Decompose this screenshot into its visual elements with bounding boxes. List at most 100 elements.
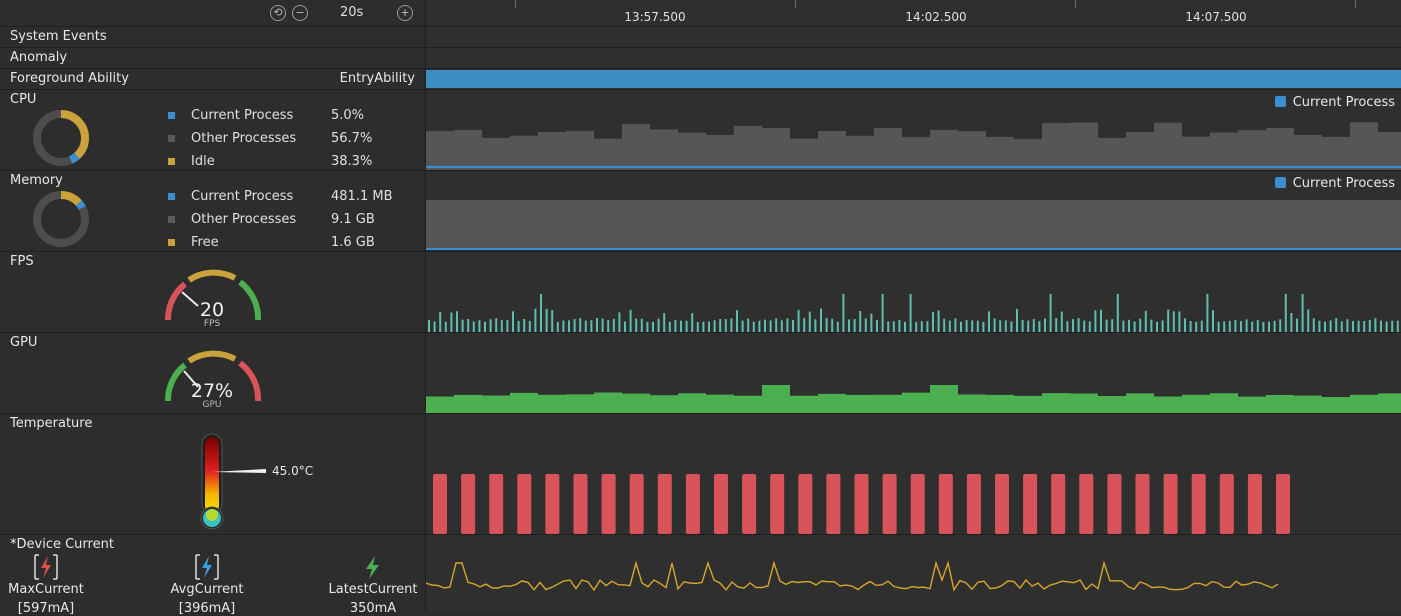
- temperature-bar: [1023, 474, 1038, 534]
- fps-bar: [1021, 319, 1024, 332]
- fps-bar: [859, 311, 862, 332]
- timeline-tick: [1355, 0, 1356, 8]
- reset-icon[interactable]: ⟲: [270, 5, 286, 21]
- fps-bar: [640, 318, 643, 332]
- fps-bar: [1172, 311, 1175, 332]
- cpu-idle-value: 38.3%: [331, 154, 373, 169]
- row-memory[interactable]: Memory: [10, 173, 63, 188]
- memory-legend-other: Other Processes: [168, 212, 296, 227]
- cpu-legend-current: Current Process: [168, 108, 293, 123]
- row-anomaly[interactable]: Anomaly: [10, 50, 67, 65]
- fps-bar: [1329, 320, 1332, 332]
- fps-bar: [1340, 321, 1343, 332]
- fps-bar: [926, 321, 929, 332]
- memory-current-value: 481.1 MB: [331, 189, 393, 204]
- fps-bar: [1396, 320, 1399, 332]
- fps-bar: [741, 320, 744, 332]
- row-divider: [0, 68, 1401, 69]
- legend-square-icon: [168, 112, 175, 119]
- fps-bar: [1217, 321, 1220, 332]
- memory-legend-free: Free: [168, 235, 219, 250]
- fps-bar: [467, 319, 470, 332]
- fps-bar: [500, 320, 503, 332]
- foreground-ability-value: EntryAbility: [339, 71, 415, 86]
- memory-track-chart: [426, 200, 1401, 250]
- fps-bar: [1004, 320, 1007, 332]
- fps-bar: [1189, 321, 1192, 332]
- fps-bar: [1027, 320, 1030, 332]
- fps-bar: [719, 319, 722, 332]
- fps-bar: [976, 320, 979, 332]
- fps-bar: [1374, 318, 1377, 332]
- zoom-in-icon[interactable]: +: [397, 5, 413, 21]
- zoom-out-icon[interactable]: −: [292, 5, 308, 21]
- fps-bar: [848, 319, 850, 332]
- temperature-bar: [461, 474, 476, 534]
- row-gpu[interactable]: GPU: [10, 335, 37, 350]
- fps-bar: [1044, 318, 1046, 332]
- timeline-tick-label: 13:57.500: [624, 10, 686, 24]
- timeline-tick-label: 14:07.500: [1185, 10, 1247, 24]
- temperature-bar: [910, 474, 925, 534]
- fps-bar: [904, 321, 906, 332]
- fps-bar: [747, 318, 750, 332]
- fps-bar: [696, 322, 699, 332]
- fps-bar: [1296, 318, 1298, 332]
- row-system-events[interactable]: System Events: [10, 29, 107, 44]
- fps-bar: [831, 318, 834, 332]
- row-foreground-ability[interactable]: Foreground Ability: [10, 71, 129, 86]
- temperature-bar: [1107, 474, 1122, 534]
- row-divider: [0, 534, 1401, 535]
- fps-bar: [988, 311, 990, 332]
- fps-bar: [1223, 321, 1226, 332]
- fps-bar: [584, 320, 587, 332]
- fps-bar: [1010, 321, 1013, 332]
- foreground-ability-bar[interactable]: [426, 70, 1401, 88]
- fps-bar: [1077, 318, 1080, 332]
- row-temperature[interactable]: Temperature: [10, 416, 92, 431]
- fps-bar: [775, 318, 778, 332]
- fps-bar: [1228, 320, 1231, 332]
- temperature-bar: [995, 474, 1009, 534]
- fps-bar: [1156, 321, 1158, 332]
- fps-bar: [1391, 320, 1394, 332]
- fps-bar: [444, 321, 447, 332]
- fps-bar: [1357, 320, 1360, 332]
- fps-bar: [1273, 320, 1276, 332]
- row-cpu[interactable]: CPU: [10, 92, 36, 107]
- row-divider: [0, 47, 1401, 48]
- fps-bar: [461, 319, 464, 332]
- temperature-bar: [1163, 474, 1178, 534]
- fps-bar: [724, 319, 727, 332]
- fps-bar: [472, 321, 475, 332]
- fps-bar: [1290, 313, 1293, 332]
- cpu-legend-idle: Idle: [168, 154, 215, 169]
- fps-bar: [456, 311, 458, 332]
- fps-bar: [618, 312, 621, 332]
- temperature-bar: [938, 474, 953, 534]
- fps-bar: [1352, 321, 1354, 332]
- fps-bar: [803, 318, 806, 332]
- fps-bar: [528, 320, 531, 332]
- temperature-bar: [770, 474, 785, 534]
- fps-bar: [568, 320, 570, 332]
- fps-bar: [652, 321, 654, 332]
- toolbar: ⟲ − 20s +: [0, 0, 425, 26]
- fps-bar: [708, 321, 710, 332]
- fps-bar: [428, 319, 430, 332]
- row-device-current[interactable]: *Device Current: [10, 537, 114, 552]
- timeline-panel[interactable]: 13:57.500 14:02.500 14:07.500 Current Pr…: [426, 0, 1401, 611]
- legend-square-icon: [168, 158, 175, 165]
- temperature-bar: [854, 474, 869, 534]
- fps-bar: [736, 310, 738, 332]
- fps-bar: [1116, 294, 1119, 332]
- fps-bar: [1234, 319, 1237, 332]
- temperature-bar: [1276, 474, 1290, 534]
- timeline-tick-label: 14:02.500: [905, 10, 967, 24]
- fps-bar: [1318, 320, 1321, 332]
- fps-bar: [948, 320, 951, 332]
- temperature-track-chart: [433, 474, 1290, 534]
- latest-current-value: 350mA: [349, 601, 397, 616]
- row-fps[interactable]: FPS: [10, 254, 34, 269]
- fps-bar: [1083, 320, 1086, 332]
